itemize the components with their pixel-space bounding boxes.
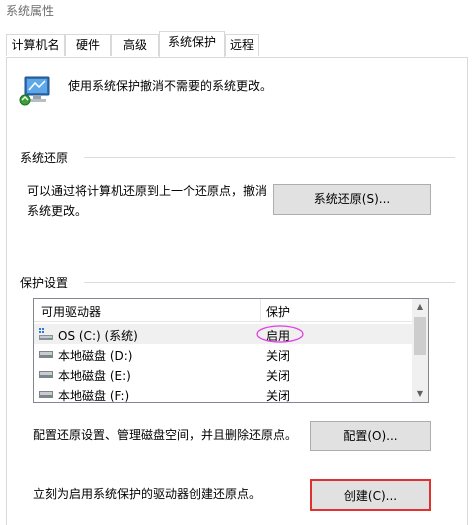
scrollbar-thumb[interactable] (414, 317, 426, 355)
system-restore-button[interactable]: 系统还原(S)... (273, 184, 431, 215)
create-button-label: 创建(C)... (343, 489, 398, 503)
scroll-up-icon[interactable]: ▲ (412, 299, 428, 315)
tab-strip: 计算机名 硬件 高级 系统保护 远程 (0, 31, 475, 58)
restore-description-line2: 系统更改。 (27, 204, 88, 218)
system-drive-icon (39, 328, 53, 340)
drive-name: OS (C:) (系统) (58, 329, 138, 343)
title-bar: 系统属性 (0, 0, 475, 28)
tab-label: 高级 (122, 38, 147, 52)
restore-description-line1: 可以通过将计算机还原到上一个还原点，撤消 (27, 184, 268, 198)
list-scrollbar[interactable]: ▲ ▼ (412, 299, 428, 402)
column-divider[interactable] (260, 299, 261, 321)
create-description: 立刻为启用系统保护的驱动器创建还原点。 (33, 487, 262, 501)
drive-icon (39, 391, 53, 398)
tab-advanced[interactable]: 高级 (111, 34, 159, 56)
restore-section-heading: 系统还原 (20, 149, 69, 166)
system-protection-icon (19, 74, 53, 108)
drive-protection-status: 关闭 (266, 389, 291, 403)
protection-section-heading: 保护设置 (20, 274, 69, 291)
tab-computer-name[interactable]: 计算机名 (6, 34, 65, 56)
restore-section-divider (84, 157, 455, 158)
scroll-down-icon[interactable]: ▼ (412, 386, 428, 402)
list-header: 可用驱动器 保护 (34, 299, 412, 322)
drive-row-f[interactable]: 本地磁盘 (F:) 关闭 (34, 384, 412, 403)
drive-protection-status: 关闭 (266, 349, 291, 363)
column-header-protection[interactable]: 保护 (266, 303, 290, 320)
drive-icon (39, 351, 53, 358)
drive-row-d[interactable]: 本地磁盘 (D:) 关闭 (34, 344, 412, 364)
drives-listbox[interactable]: 可用驱动器 保护 OS (C:) (系统) 启用 本地磁盘 (D:) 关闭 本地… (33, 298, 429, 403)
window-title: 系统属性 (6, 4, 55, 18)
system-restore-button-label: 系统还原(S)... (313, 192, 391, 206)
drive-name: 本地磁盘 (E:) (58, 369, 131, 383)
tab-hardware[interactable]: 硬件 (65, 34, 111, 56)
drive-row-e[interactable]: 本地磁盘 (E:) 关闭 (34, 364, 412, 384)
tab-panel (6, 57, 468, 525)
tab-label: 计算机名 (11, 38, 60, 52)
create-button[interactable]: 创建(C)... (310, 479, 431, 511)
column-header-drive[interactable]: 可用驱动器 (41, 303, 101, 320)
highlight-ellipse (256, 325, 304, 343)
protection-section-divider (84, 282, 455, 283)
configure-button-label: 配置(O)... (343, 429, 398, 443)
tab-system-protection[interactable]: 系统保护 (159, 31, 225, 57)
tab-label: 远程 (229, 38, 254, 52)
configure-description: 配置还原设置、管理磁盘空间，并且删除还原点。 (33, 428, 298, 442)
tab-label: 系统保护 (167, 35, 216, 49)
configure-button[interactable]: 配置(O)... (310, 421, 431, 451)
tab-remote[interactable]: 远程 (225, 34, 259, 56)
tab-label: 硬件 (75, 38, 100, 52)
drive-icon (39, 371, 53, 378)
drive-protection-status: 关闭 (266, 369, 291, 383)
intro-text: 使用系统保护撤消不需要的系统更改。 (68, 79, 273, 93)
drive-row-c[interactable]: OS (C:) (系统) 启用 (34, 324, 412, 344)
drive-name: 本地磁盘 (F:) (58, 389, 130, 403)
drive-name: 本地磁盘 (D:) (58, 349, 133, 363)
